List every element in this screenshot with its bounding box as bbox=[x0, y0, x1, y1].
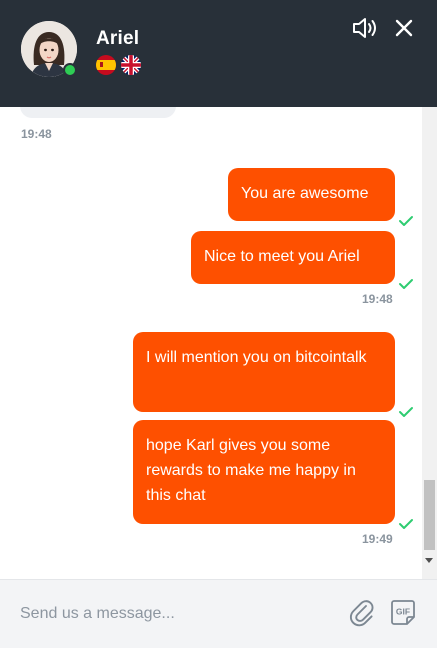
message-timestamp: 19:49 bbox=[362, 532, 393, 546]
message-list[interactable]: 19:48 You are awesome Nice to meet you A… bbox=[0, 107, 422, 579]
message-timestamp: 19:48 bbox=[362, 292, 393, 306]
attach-file-button[interactable] bbox=[349, 600, 375, 628]
speaker-icon bbox=[353, 18, 376, 38]
message-scrollbar[interactable] bbox=[422, 107, 437, 579]
uk-flag-icon bbox=[121, 55, 141, 75]
close-icon bbox=[395, 19, 413, 37]
scroll-down-arrow-icon[interactable] bbox=[425, 558, 433, 563]
agent-name: Ariel bbox=[96, 28, 140, 49]
gif-button[interactable]: GIF bbox=[390, 599, 416, 627]
language-flags bbox=[96, 55, 141, 75]
paperclip-icon bbox=[349, 600, 374, 627]
gif-icon: GIF bbox=[391, 600, 415, 625]
message-composer: GIF bbox=[0, 579, 437, 648]
message-timestamp: 19:48 bbox=[21, 127, 52, 141]
scrollbar-thumb[interactable] bbox=[424, 480, 435, 550]
gif-label: GIF bbox=[396, 607, 410, 617]
outgoing-message: hope Karl gives you some rewards to make… bbox=[133, 420, 395, 524]
online-status-dot bbox=[63, 63, 77, 77]
message-input[interactable] bbox=[20, 602, 320, 626]
delivered-check-icon bbox=[399, 519, 413, 529]
delivered-check-icon bbox=[399, 407, 413, 417]
delivered-check-icon bbox=[399, 216, 413, 226]
outgoing-message: I will mention you on bitcointalk bbox=[133, 332, 395, 412]
outgoing-message: You are awesome bbox=[228, 168, 395, 221]
close-button[interactable] bbox=[389, 15, 419, 41]
previous-agent-message bbox=[20, 107, 176, 118]
chat-header: Ariel bbox=[0, 0, 437, 107]
spain-flag-icon bbox=[96, 55, 116, 75]
delivered-check-icon bbox=[399, 279, 413, 289]
outgoing-message: Nice to meet you Ariel bbox=[191, 231, 395, 284]
sound-toggle-button[interactable] bbox=[350, 15, 380, 41]
